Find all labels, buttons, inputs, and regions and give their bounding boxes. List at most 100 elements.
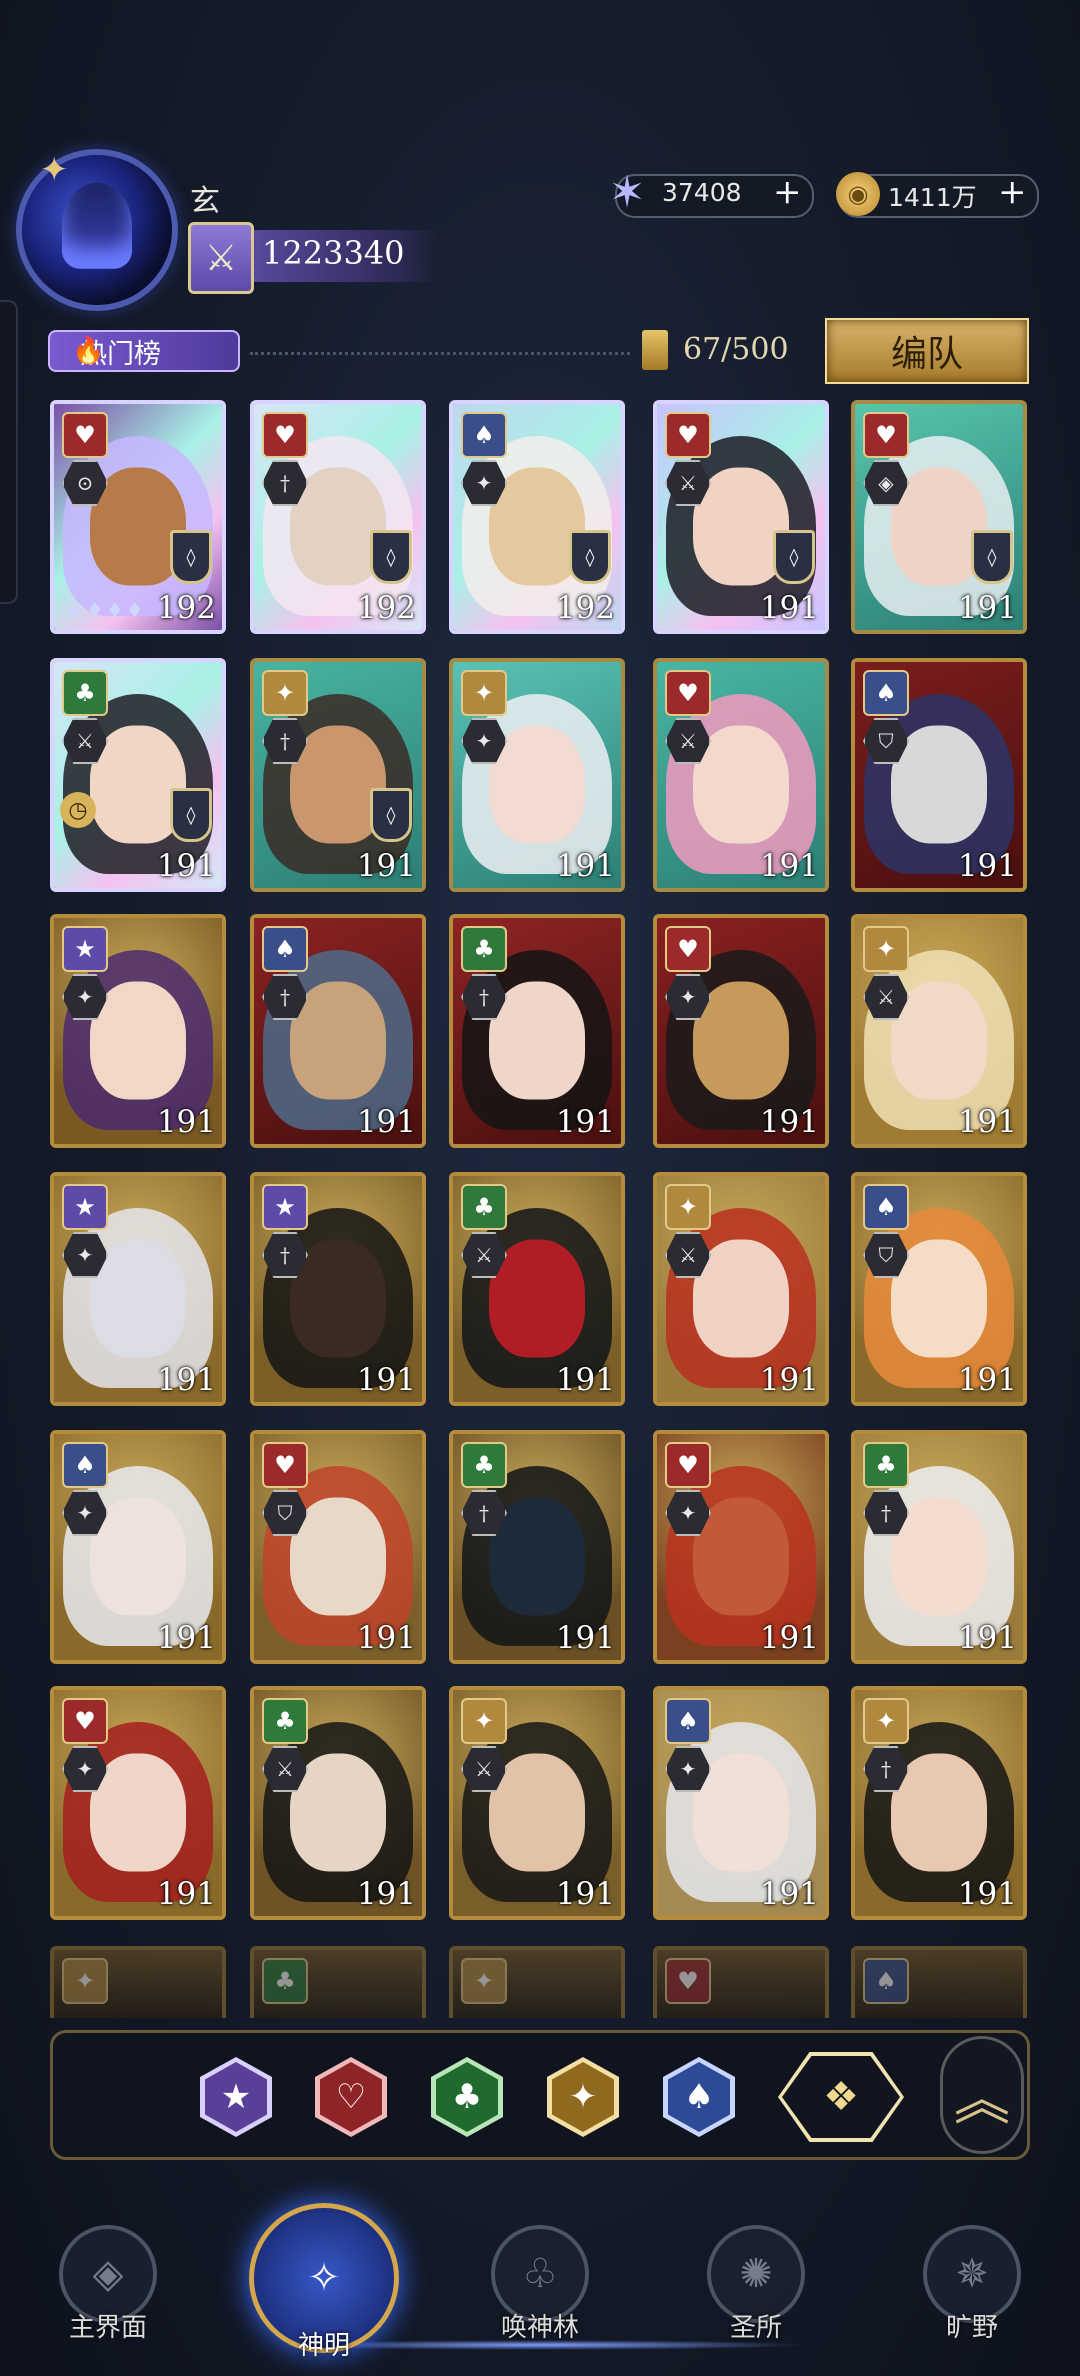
diamond-suit-icon: ✦ (461, 1698, 507, 1744)
god-card[interactable]: ✦ † ◊ 191 (250, 658, 426, 892)
power-value: 1223340 (262, 234, 405, 272)
card-level: 191 (555, 1620, 615, 1656)
god-card[interactable]: ♥ ⚔ 191 (653, 658, 829, 892)
star-suit-icon: ★ (262, 1184, 308, 1230)
nav-label: 唤神林 (500, 2313, 579, 2343)
nav-label: 圣所 (729, 2313, 782, 2343)
god-card[interactable]: ♣ † 191 (449, 1430, 625, 1664)
card-level: 191 (156, 1104, 216, 1140)
god-card[interactable]: ✦ (50, 1946, 226, 2018)
god-card[interactable]: ★ † 191 (250, 1172, 426, 1406)
star-rank-icon: ♦♦♦♦ (66, 598, 146, 622)
god-card[interactable]: ♥ ⊙ ◊ ♦♦♦♦ 192 (50, 400, 226, 634)
god-card[interactable]: ★ ✦ 191 (50, 914, 226, 1148)
card-level: 191 (156, 1620, 216, 1656)
god-card[interactable]: ♠ ✦ 191 (50, 1430, 226, 1664)
god-card[interactable]: ♥ ✦ 191 (653, 914, 829, 1148)
shield-badge-icon: ◊ (370, 788, 412, 842)
collapse-filter-button[interactable]: ︽ (940, 2036, 1024, 2154)
god-card[interactable]: ♠ ⛉ 191 (851, 1172, 1027, 1406)
god-card[interactable]: ♠ ✦ ◊ 192 (449, 400, 625, 634)
card-level: 191 (356, 1876, 416, 1912)
card-level: 191 (759, 1362, 819, 1398)
nav-item-1[interactable]: ✧ 神明 (216, 2195, 432, 2376)
fire-icon: 🔥 (72, 336, 105, 366)
side-panel-tab[interactable] (0, 300, 18, 604)
card-count: 67/500 (683, 332, 789, 367)
avatar-hood-icon (62, 182, 132, 269)
heart-icon: ♡ (335, 2077, 367, 2117)
team-formation-button[interactable]: 编队 (825, 318, 1029, 384)
card-level: 191 (759, 848, 819, 884)
shield-badge-icon: ◊ (370, 530, 412, 584)
heart-suit-icon: ♥ (62, 1698, 108, 1744)
crossed-swords-icon: ⚔ (188, 222, 254, 294)
star-suit-icon: ★ (62, 1184, 108, 1230)
god-card[interactable]: ♣ † 191 (851, 1430, 1027, 1664)
nav-item-0[interactable]: ◈ 主界面 (0, 2195, 216, 2376)
heart-suit-icon: ♥ (665, 1442, 711, 1488)
spade-suit-icon: ♠ (461, 412, 507, 458)
god-card[interactable]: ✦ ⚔ 191 (851, 914, 1027, 1148)
heart-suit-icon: ♥ (62, 412, 108, 458)
god-card[interactable]: ✦ † 191 (851, 1686, 1027, 1920)
shield-badge-icon: ◊ (773, 530, 815, 584)
card-count-icon (642, 330, 668, 370)
diamond-suit-icon: ✦ (262, 670, 308, 716)
god-card[interactable]: ♥ ✦ 191 (50, 1686, 226, 1920)
god-card[interactable]: ♠ ⛉ 191 (851, 658, 1027, 892)
god-card[interactable]: ♥ (653, 1946, 829, 2018)
god-card[interactable]: ♥ ⛉ 191 (250, 1430, 426, 1664)
card-level: 191 (957, 1104, 1017, 1140)
god-card[interactable]: ♣ † 191 (449, 914, 625, 1148)
god-card[interactable]: ♥ ⚔ ◊ 191 (653, 400, 829, 634)
card-level: 191 (759, 590, 819, 626)
card-level: 191 (555, 1362, 615, 1398)
avatar-star-icon: ✦ (40, 150, 69, 190)
diamond-suit-icon: ✦ (665, 1184, 711, 1230)
club-suit-icon: ♣ (62, 670, 108, 716)
god-card[interactable]: ♠ (851, 1946, 1027, 2018)
star-icon: ★ (220, 2077, 252, 2117)
god-card[interactable]: ♣ ⚔ ◊ ◷ 191 (50, 658, 226, 892)
club-suit-icon: ♣ (461, 1184, 507, 1230)
card-level: 191 (156, 848, 216, 884)
add-gems-button[interactable]: + (773, 172, 802, 212)
club-suit-icon: ♣ (262, 1698, 308, 1744)
god-card[interactable]: ✦ (449, 1946, 625, 2018)
god-card[interactable]: ♥ ◈ ◊ 191 (851, 400, 1027, 634)
god-card[interactable]: ♠ ✦ 191 (653, 1686, 829, 1920)
god-card[interactable]: ♥ ✦ 191 (653, 1430, 829, 1664)
god-card[interactable]: ✦ ✦ 191 (449, 658, 625, 892)
spade-suit-icon: ♠ (665, 1698, 711, 1744)
card-level: 191 (156, 1362, 216, 1398)
club-suit-icon: ♣ (863, 1442, 909, 1488)
heart-suit-icon: ♥ (262, 1442, 308, 1488)
god-card[interactable]: ★ ✦ 191 (50, 1172, 226, 1406)
card-level: 191 (156, 1876, 216, 1912)
god-card[interactable]: ♥ † ◊ 192 (250, 400, 426, 634)
nav-item-2[interactable]: ♧ 唤神林 (432, 2195, 648, 2376)
star-suit-icon: ★ (62, 926, 108, 972)
god-card[interactable]: ♣ ⚔ 191 (449, 1172, 625, 1406)
god-card[interactable]: ✦ ⚔ 191 (653, 1172, 829, 1406)
spade-suit-icon: ♠ (262, 926, 308, 972)
card-level: 191 (957, 1620, 1017, 1656)
nav-item-3[interactable]: ✺ 圣所 (648, 2195, 864, 2376)
god-card[interactable]: ♣ ⚔ 191 (250, 1686, 426, 1920)
suit-icon: ✦ (62, 1958, 108, 2004)
diamond-icon: ✦ (568, 2077, 598, 2117)
card-level: 191 (759, 1876, 819, 1912)
nav-item-4[interactable]: ✵ 旷野 (864, 2195, 1080, 2376)
add-gold-button[interactable]: + (998, 172, 1027, 212)
card-level: 191 (555, 1104, 615, 1140)
shield-badge-icon: ◊ (170, 788, 212, 842)
card-level: 191 (555, 848, 615, 884)
god-card[interactable]: ♠ † 191 (250, 914, 426, 1148)
card-level: 191 (957, 1876, 1017, 1912)
god-card[interactable]: ♣ (250, 1946, 426, 2018)
god-card[interactable]: ✦ ⚔ 191 (449, 1686, 625, 1920)
card-level: 191 (957, 1362, 1017, 1398)
nav-label: 旷野 (945, 2313, 998, 2343)
heart-suit-icon: ♥ (863, 412, 909, 458)
